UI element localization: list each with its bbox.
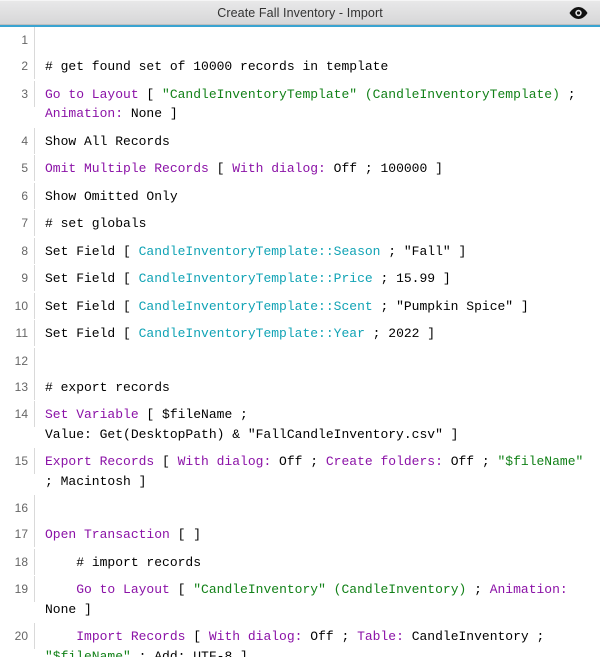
line-number: 3 (0, 81, 35, 107)
line-number: 9 (0, 265, 35, 291)
script-line[interactable]: 9 Set Field [ CandleInventoryTemplate::P… (0, 265, 600, 293)
script-code: Omit Multiple Records [ With dialog: Off… (35, 155, 600, 183)
line-number: 12 (0, 348, 35, 374)
script-code (35, 27, 600, 35)
line-number: 19 (0, 576, 35, 602)
line-number: 14 (0, 401, 35, 427)
script-code: Set Field [ CandleInventoryTemplate::Sce… (35, 293, 600, 321)
script-line[interactable]: 3 Go to Layout [ "CandleInventoryTemplat… (0, 81, 600, 128)
script-line[interactable]: 18 # import records (0, 549, 600, 577)
script-code (35, 495, 600, 503)
script-code: Set Field [ CandleInventoryTemplate::Pri… (35, 265, 600, 293)
script-code: Show All Records (35, 128, 600, 156)
line-number: 8 (0, 238, 35, 264)
script-editor[interactable]: 1 2 # get found set of 10000 records in … (0, 27, 600, 657)
script-line[interactable]: 16 (0, 495, 600, 521)
line-number: 7 (0, 210, 35, 236)
script-line[interactable]: 7 # set globals (0, 210, 600, 238)
line-number: 20 (0, 623, 35, 649)
line-number: 11 (0, 320, 35, 346)
line-number: 17 (0, 521, 35, 547)
script-line[interactable]: 17 Open Transaction [ ] (0, 521, 600, 549)
visibility-icon[interactable] (569, 7, 588, 19)
script-code: Open Transaction [ ] (35, 521, 600, 549)
line-number: 10 (0, 293, 35, 319)
script-code: Set Variable [ $fileName ; Value: Get(De… (35, 401, 600, 448)
script-line[interactable]: 14 Set Variable [ $fileName ; Value: Get… (0, 401, 600, 448)
line-number: 2 (0, 53, 35, 79)
script-line[interactable]: 12 (0, 348, 600, 374)
line-number: 13 (0, 374, 35, 400)
script-code: Show Omitted Only (35, 183, 600, 211)
line-number: 5 (0, 155, 35, 181)
script-code: # import records (35, 549, 600, 577)
line-number: 16 (0, 495, 35, 521)
line-number: 4 (0, 128, 35, 154)
script-line[interactable]: 6 Show Omitted Only (0, 183, 600, 211)
window-titlebar: Create Fall Inventory - Import (0, 0, 600, 25)
script-line[interactable]: 15 Export Records [ With dialog: Off ; C… (0, 448, 600, 495)
script-line[interactable]: 11 Set Field [ CandleInventoryTemplate::… (0, 320, 600, 348)
script-line[interactable]: 10 Set Field [ CandleInventoryTemplate::… (0, 293, 600, 321)
window-title: Create Fall Inventory - Import (217, 6, 383, 20)
line-number: 1 (0, 27, 35, 53)
script-code: # get found set of 10000 records in temp… (35, 53, 600, 81)
script-line[interactable]: 2 # get found set of 10000 records in te… (0, 53, 600, 81)
script-line[interactable]: 5 Omit Multiple Records [ With dialog: O… (0, 155, 600, 183)
script-code: # set globals (35, 210, 600, 238)
script-code: # export records (35, 374, 600, 402)
script-code: Set Field [ CandleInventoryTemplate::Yea… (35, 320, 600, 348)
script-code: Go to Layout [ "CandleInventoryTemplate"… (35, 81, 600, 128)
script-code: Export Records [ With dialog: Off ; Crea… (35, 448, 600, 495)
line-number: 6 (0, 183, 35, 209)
script-code: Import Records [ With dialog: Off ; Tabl… (35, 623, 600, 657)
script-line[interactable]: 4 Show All Records (0, 128, 600, 156)
script-line[interactable]: 8 Set Field [ CandleInventoryTemplate::S… (0, 238, 600, 266)
script-line[interactable]: 19 Go to Layout [ "CandleInventory" (Can… (0, 576, 600, 623)
script-code: Go to Layout [ "CandleInventory" (Candle… (35, 576, 600, 623)
line-number: 18 (0, 549, 35, 575)
script-code (35, 348, 600, 356)
script-line[interactable]: 13 # export records (0, 374, 600, 402)
script-line[interactable]: 1 (0, 27, 600, 53)
script-code: Set Field [ CandleInventoryTemplate::Sea… (35, 238, 600, 266)
script-line[interactable]: 20 Import Records [ With dialog: Off ; T… (0, 623, 600, 657)
line-number: 15 (0, 448, 35, 474)
